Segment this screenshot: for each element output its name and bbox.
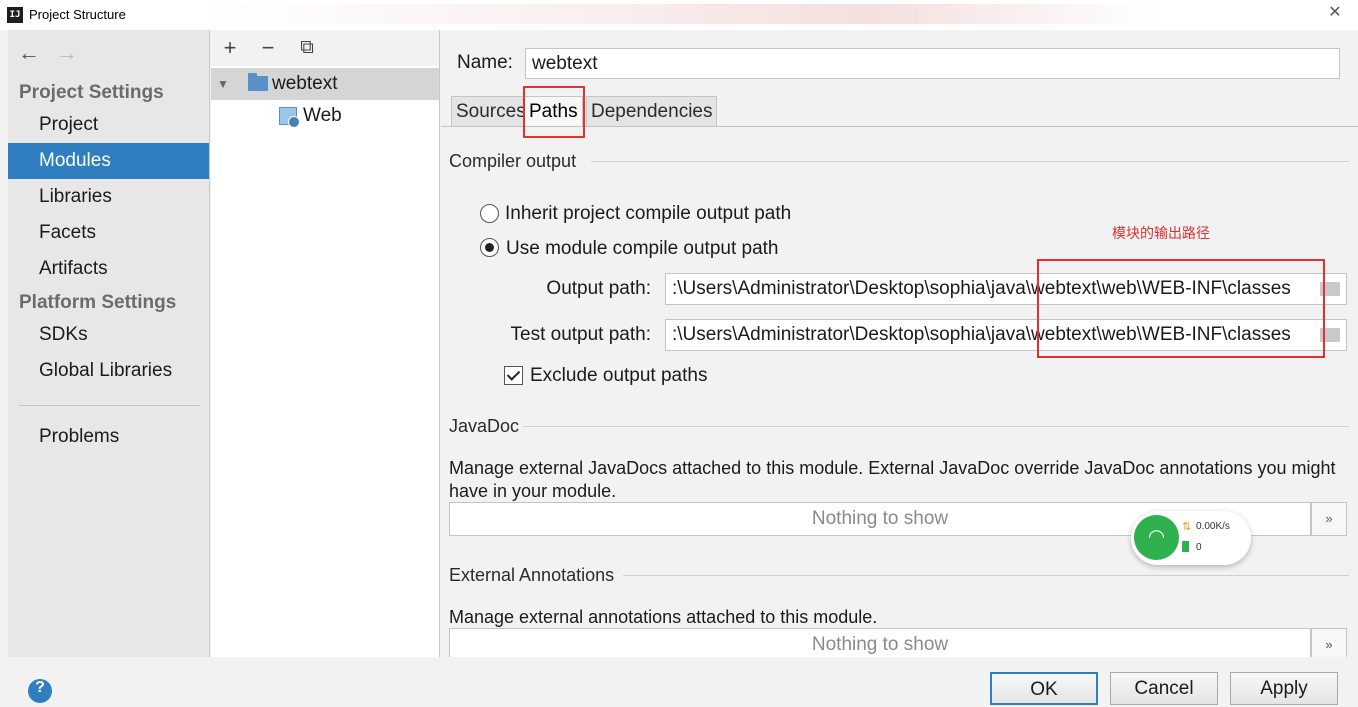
remove-module-button[interactable]: − <box>255 35 281 61</box>
tree-toolbar: + − ⧉ <box>211 30 439 66</box>
tree-node-label: webtext <box>272 73 338 94</box>
inherit-output-label: Inherit project compile output path <box>505 203 792 224</box>
title-bar-background <box>200 4 1160 24</box>
test-output-path-field[interactable]: :\Users\Administrator\Desktop\sophia\jav… <box>665 319 1347 351</box>
back-arrow-icon[interactable]: ← <box>18 40 56 66</box>
use-module-output-label: Use module compile output path <box>506 238 779 259</box>
battery-icon <box>1182 541 1189 552</box>
web-facet-icon <box>279 107 300 128</box>
group-divider <box>591 161 1349 162</box>
dialog-button-bar: ? OK Cancel Apply <box>0 657 1358 707</box>
group-divider <box>523 426 1349 427</box>
expand-arrow-icon[interactable]: ▼ <box>217 68 229 100</box>
platform-settings-heading: Platform Settings <box>19 292 177 313</box>
add-module-button[interactable]: + <box>217 35 243 61</box>
window-title: Project Structure <box>29 7 126 22</box>
project-settings-heading: Project Settings <box>19 82 164 103</box>
network-speed: 0.00K/s <box>1196 521 1230 532</box>
sidebar-item-global-libraries[interactable]: Global Libraries <box>8 353 209 389</box>
sidebar-divider <box>19 405 200 406</box>
annotation-label: 模块的输出路径 <box>1112 225 1210 241</box>
test-output-path-value: :\Users\Administrator\Desktop\sophia\jav… <box>672 324 1291 345</box>
copy-module-button[interactable]: ⧉ <box>294 35 320 61</box>
sidebar-item-artifacts[interactable]: Artifacts <box>8 251 209 287</box>
intellij-app-icon: IJ <box>7 7 23 23</box>
output-path-value: :\Users\Administrator\Desktop\sophia\jav… <box>672 278 1291 299</box>
external-annotations-heading: External Annotations <box>449 565 615 585</box>
javadoc-more-button[interactable]: » <box>1311 502 1347 536</box>
tree-node-webtext[interactable]: ▼ webtext <box>211 68 439 100</box>
network-monitor-widget[interactable]: ◠ ⇅ 0.00K/s 0 <box>1131 511 1251 565</box>
tab-divider <box>441 126 1358 127</box>
upload-arrow-icon: ⇅ <box>1182 521 1192 533</box>
exclude-output-checkbox[interactable] <box>504 366 523 385</box>
sidebar-item-facets[interactable]: Facets <box>8 215 209 251</box>
sidebar-item-problems[interactable]: Problems <box>8 419 209 455</box>
tree-node-web[interactable]: Web <box>211 100 439 132</box>
sidebar-item-sdks[interactable]: SDKs <box>8 317 209 353</box>
module-name-label: Name: <box>457 52 513 73</box>
tab-sources[interactable]: Sources <box>451 96 531 127</box>
use-module-output-radio[interactable] <box>480 238 499 257</box>
cancel-button[interactable]: Cancel <box>1110 672 1218 705</box>
sidebar-item-libraries[interactable]: Libraries <box>8 179 209 215</box>
exclude-output-label: Exclude output paths <box>530 365 708 386</box>
wifi-icon: ◠ <box>1134 515 1179 560</box>
output-path-field[interactable]: :\Users\Administrator\Desktop\sophia\jav… <box>665 273 1347 305</box>
help-icon[interactable]: ? <box>28 679 52 703</box>
module-tree-pane: + − ⧉ ▼ webtext Web <box>211 30 440 657</box>
module-folder-icon <box>248 73 268 91</box>
ok-button[interactable]: OK <box>990 672 1098 705</box>
javadoc-description: Manage external JavaDocs attached to thi… <box>449 458 1336 501</box>
browse-folder-icon[interactable] <box>1320 282 1340 296</box>
group-divider <box>623 575 1349 576</box>
sidebar-item-modules[interactable]: Modules <box>8 143 209 179</box>
module-name-input[interactable] <box>525 48 1340 79</box>
close-window-button[interactable]: ✕ <box>1312 0 1358 26</box>
tab-paths[interactable]: Paths <box>524 96 583 127</box>
history-navigation: ← → <box>18 40 94 65</box>
compiler-output-heading: Compiler output <box>449 151 577 171</box>
browse-folder-icon[interactable] <box>1320 328 1340 342</box>
test-output-path-label: Test output path: <box>510 324 652 345</box>
title-bar: IJ Project Structure ✕ <box>0 0 1358 30</box>
tab-dependencies[interactable]: Dependencies <box>586 96 718 127</box>
tree-node-label: Web <box>303 105 342 126</box>
forward-arrow-icon[interactable]: → <box>56 40 94 66</box>
javadoc-heading: JavaDoc <box>449 416 520 436</box>
apply-button[interactable]: Apply <box>1230 672 1338 705</box>
settings-sidebar: ← → Project Settings Project Modules Libr… <box>8 30 210 657</box>
external-annotations-description: Manage external annotations attached to … <box>449 607 878 627</box>
inherit-output-radio[interactable] <box>480 204 499 223</box>
output-path-label: Output path: <box>546 278 651 299</box>
sidebar-item-project[interactable]: Project <box>8 107 209 143</box>
network-count: 0 <box>1196 542 1202 553</box>
